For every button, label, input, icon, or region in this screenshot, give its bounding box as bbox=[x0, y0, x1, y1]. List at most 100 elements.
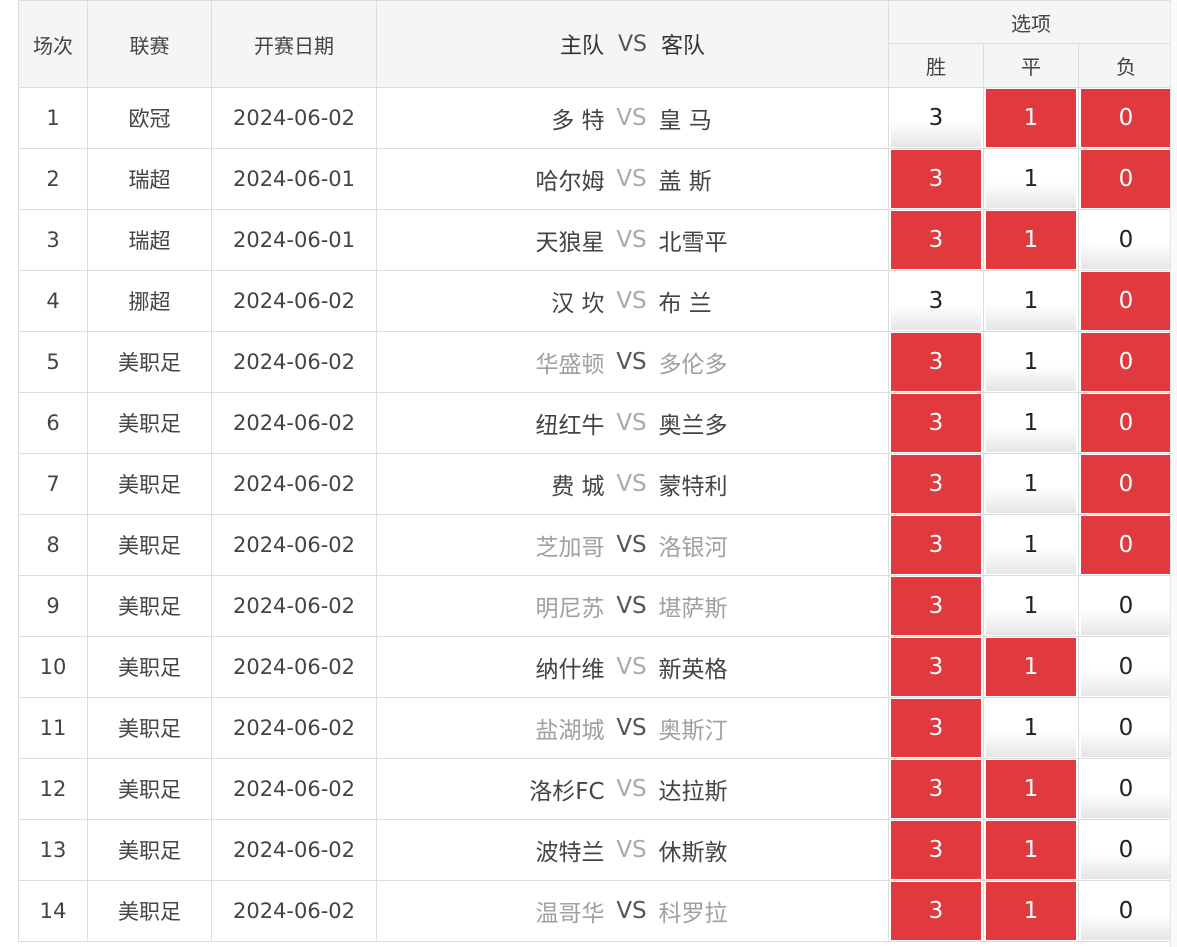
option-draw[interactable]: 1 bbox=[986, 821, 1076, 879]
option-lose[interactable]: 0 bbox=[1081, 272, 1171, 330]
header-lose: 负 bbox=[1079, 44, 1174, 88]
away-team: 皇 马 bbox=[658, 108, 712, 134]
home-team: 纽红牛 bbox=[535, 413, 605, 439]
option-draw[interactable]: 1 bbox=[986, 577, 1076, 635]
home-team: 明尼苏 bbox=[535, 596, 605, 622]
option-win[interactable]: 3 bbox=[891, 89, 981, 147]
option-lose[interactable]: 0 bbox=[1081, 638, 1171, 696]
cell-date: 2024-06-02 bbox=[212, 515, 377, 576]
cell-league: 美职足 bbox=[88, 637, 212, 698]
cell-date: 2024-06-02 bbox=[212, 332, 377, 393]
option-lose[interactable]: 0 bbox=[1081, 89, 1171, 147]
vs-label: VS bbox=[616, 776, 647, 802]
option-win[interactable]: 3 bbox=[891, 882, 981, 940]
header-vs: VS bbox=[617, 31, 647, 57]
cell-match: 纽红牛 VS 奥兰多 bbox=[377, 393, 889, 454]
option-lose[interactable]: 0 bbox=[1081, 394, 1171, 452]
cell-index: 5 bbox=[19, 332, 88, 393]
option-draw[interactable]: 1 bbox=[986, 89, 1076, 147]
cell-match: 多 特 VS 皇 马 bbox=[377, 88, 889, 149]
vs-label: VS bbox=[616, 837, 647, 863]
option-lose[interactable]: 0 bbox=[1081, 699, 1171, 757]
cell-league: 美职足 bbox=[88, 393, 212, 454]
header-league: 联赛 bbox=[88, 0, 212, 88]
option-win[interactable]: 3 bbox=[891, 272, 981, 330]
option-lose[interactable]: 0 bbox=[1081, 211, 1171, 269]
option-draw[interactable]: 1 bbox=[986, 760, 1076, 818]
cell-league: 美职足 bbox=[88, 454, 212, 515]
cell-index: 1 bbox=[19, 88, 88, 149]
away-team: 多伦多 bbox=[658, 352, 728, 378]
option-draw[interactable]: 1 bbox=[986, 150, 1076, 208]
vs-label: VS bbox=[616, 349, 647, 375]
option-lose[interactable]: 0 bbox=[1081, 577, 1171, 635]
cell-match: 盐湖城 VS 奥斯汀 bbox=[377, 698, 889, 759]
cell-match: 天狼星 VS 北雪平 bbox=[377, 210, 889, 271]
option-win[interactable]: 3 bbox=[891, 577, 981, 635]
option-draw[interactable]: 1 bbox=[986, 333, 1076, 391]
header-match: 主队 VS 客队 bbox=[377, 0, 889, 88]
vs-label: VS bbox=[616, 715, 647, 741]
option-win[interactable]: 3 bbox=[891, 821, 981, 879]
option-win[interactable]: 3 bbox=[891, 333, 981, 391]
option-win[interactable]: 3 bbox=[891, 516, 981, 574]
option-win[interactable]: 3 bbox=[891, 150, 981, 208]
option-lose[interactable]: 0 bbox=[1081, 882, 1171, 940]
option-draw[interactable]: 1 bbox=[986, 394, 1076, 452]
option-draw[interactable]: 1 bbox=[986, 211, 1076, 269]
cell-index: 9 bbox=[19, 576, 88, 637]
option-draw[interactable]: 1 bbox=[986, 516, 1076, 574]
option-draw[interactable]: 1 bbox=[986, 455, 1076, 513]
vs-label: VS bbox=[616, 898, 647, 924]
cell-league: 美职足 bbox=[88, 515, 212, 576]
scrollbar-track[interactable] bbox=[1170, 0, 1177, 947]
option-win[interactable]: 3 bbox=[891, 760, 981, 818]
option-lose[interactable]: 0 bbox=[1081, 333, 1171, 391]
away-team: 奥兰多 bbox=[658, 413, 728, 439]
option-draw[interactable]: 1 bbox=[986, 272, 1076, 330]
option-win[interactable]: 3 bbox=[891, 455, 981, 513]
cell-league: 瑞超 bbox=[88, 149, 212, 210]
option-win[interactable]: 3 bbox=[891, 638, 981, 696]
cell-index: 13 bbox=[19, 820, 88, 881]
cell-league: 美职足 bbox=[88, 576, 212, 637]
away-team: 北雪平 bbox=[658, 230, 728, 256]
option-win[interactable]: 3 bbox=[891, 699, 981, 757]
header-options: 选项 bbox=[889, 0, 1174, 44]
cell-league: 美职足 bbox=[88, 698, 212, 759]
option-lose[interactable]: 0 bbox=[1081, 455, 1171, 513]
option-draw[interactable]: 1 bbox=[986, 699, 1076, 757]
cell-match: 纳什维 VS 新英格 bbox=[377, 637, 889, 698]
option-lose[interactable]: 0 bbox=[1081, 821, 1171, 879]
away-team: 布 兰 bbox=[658, 291, 712, 317]
cell-date: 2024-06-02 bbox=[212, 759, 377, 820]
cell-league: 瑞超 bbox=[88, 210, 212, 271]
option-lose[interactable]: 0 bbox=[1081, 760, 1171, 818]
vs-label: VS bbox=[616, 471, 647, 497]
cell-date: 2024-06-02 bbox=[212, 881, 377, 942]
option-draw[interactable]: 1 bbox=[986, 638, 1076, 696]
cell-index: 6 bbox=[19, 393, 88, 454]
home-team: 洛杉FC bbox=[529, 779, 605, 805]
vs-label: VS bbox=[616, 166, 647, 192]
home-team: 芝加哥 bbox=[535, 535, 605, 561]
cell-match: 洛杉FC VS 达拉斯 bbox=[377, 759, 889, 820]
cell-match: 芝加哥 VS 洛银河 bbox=[377, 515, 889, 576]
home-team: 温哥华 bbox=[535, 901, 605, 927]
cell-match: 哈尔姆 VS 盖 斯 bbox=[377, 149, 889, 210]
header-draw: 平 bbox=[984, 44, 1079, 88]
option-lose[interactable]: 0 bbox=[1081, 516, 1171, 574]
home-team: 汉 坎 bbox=[551, 291, 605, 317]
option-draw[interactable]: 1 bbox=[986, 882, 1076, 940]
option-lose[interactable]: 0 bbox=[1081, 150, 1171, 208]
cell-date: 2024-06-02 bbox=[212, 637, 377, 698]
header-index: 场次 bbox=[19, 0, 88, 88]
home-team: 费 城 bbox=[551, 474, 605, 500]
cell-index: 14 bbox=[19, 881, 88, 942]
vs-label: VS bbox=[616, 288, 647, 314]
cell-league: 欧冠 bbox=[88, 88, 212, 149]
option-win[interactable]: 3 bbox=[891, 211, 981, 269]
option-win[interactable]: 3 bbox=[891, 394, 981, 452]
cell-match: 温哥华 VS 科罗拉 bbox=[377, 881, 889, 942]
away-team: 洛银河 bbox=[658, 535, 728, 561]
